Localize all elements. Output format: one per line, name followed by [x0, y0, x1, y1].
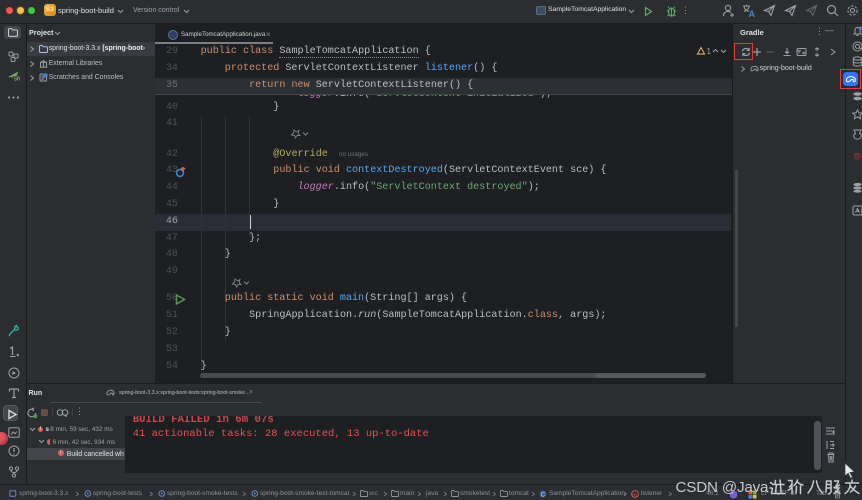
svg-text:1: 1 [707, 47, 712, 56]
svg-text:m: m [632, 492, 637, 497]
svg-text:SR: SR [14, 76, 20, 82]
svg-text:A: A [749, 9, 756, 18]
svg-text:C: C [541, 492, 546, 498]
